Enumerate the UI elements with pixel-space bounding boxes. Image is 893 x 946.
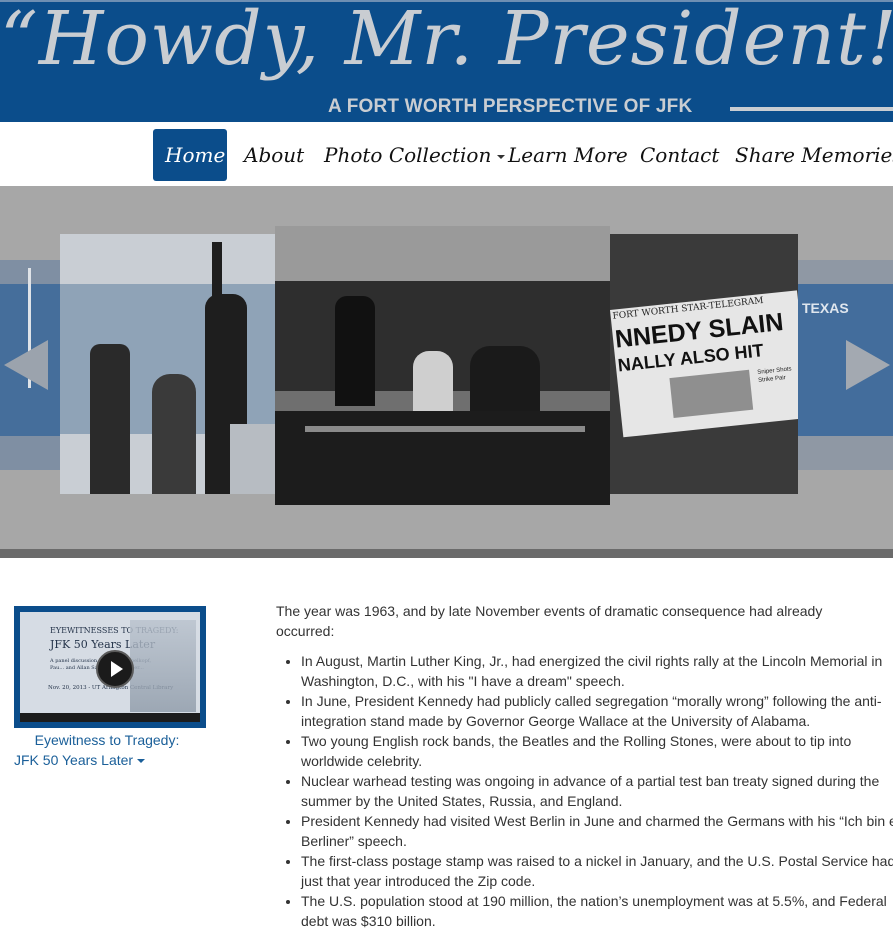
- nav-learn-more[interactable]: Learn More: [508, 129, 628, 181]
- building-sign: TEXAS: [802, 300, 849, 316]
- video-embed[interactable]: EYEWITNESSES TO TRAGEDY: JFK 50 Years La…: [14, 606, 206, 728]
- caret-down-icon: [497, 154, 506, 159]
- carousel-photo-plane-arrival[interactable]: [60, 234, 275, 494]
- intro-paragraph: The year was 1963, and by late November …: [276, 603, 823, 639]
- photo-figure-woman: [152, 374, 196, 494]
- list-item: Two young English rock bands, the Beatle…: [301, 731, 893, 771]
- arrow-right-icon[interactable]: [846, 340, 890, 390]
- list-item: The U.S. population stood at 190 million…: [301, 891, 893, 931]
- site-subtitle: A FORT WORTH PERSPECTIVE OF JFK: [328, 96, 693, 117]
- list-item: In August, Martin Luther King, Jr., had …: [301, 651, 893, 691]
- photo-car-chrome: [305, 426, 585, 432]
- nav-about[interactable]: About: [244, 129, 304, 181]
- photo-crowd-background: [275, 226, 610, 286]
- carousel-bottom-bar: [0, 549, 893, 558]
- video-caption: Eyewitness to Tragedy: JFK 50 Years Late…: [14, 730, 204, 770]
- play-icon[interactable]: [96, 650, 134, 688]
- site-title: “Howdy, Mr. President!”: [0, 0, 893, 82]
- video-caption-title: Eyewitness to Tragedy:: [34, 732, 180, 748]
- photo-agent: [335, 296, 375, 406]
- list-item: President Kennedy had visited West Berli…: [301, 811, 893, 851]
- subtitle-rule: [730, 107, 893, 111]
- video-thumbnail: EYEWITNESSES TO TRAGEDY: JFK 50 Years La…: [20, 612, 200, 722]
- site-header-banner: “Howdy, Mr. President!” A FORT WORTH PER…: [0, 0, 893, 122]
- photo-waving-arm: [212, 242, 222, 302]
- arrow-left-icon[interactable]: [4, 340, 48, 390]
- video-controls-bar[interactable]: [20, 713, 200, 722]
- list-item: The first-class postage stamp was raised…: [301, 851, 893, 891]
- facts-list: In August, Martin Luther King, Jr., had …: [281, 651, 893, 931]
- photo-figure-man: [90, 344, 130, 494]
- photo-carousel: FORT WORTH STAR-TELEGRAM NNEDY SLAIN NAL…: [0, 186, 893, 558]
- nav-home[interactable]: Home: [153, 129, 227, 181]
- main-nav: Home About Photo Collection Learn More C…: [0, 122, 893, 186]
- carousel-photo-newspaper[interactable]: FORT WORTH STAR-TELEGRAM NNEDY SLAIN NAL…: [610, 234, 798, 494]
- newspaper-small-text: Sniper Shots Strike Pair: [757, 366, 792, 384]
- newspaper-photo: [669, 369, 754, 418]
- video-caption-link[interactable]: JFK 50 Years Later: [14, 750, 204, 770]
- video-portrait: [130, 620, 196, 712]
- list-item: Nuclear warhead testing was ongoing in a…: [301, 771, 893, 811]
- nav-photo-collection[interactable]: Photo Collection: [324, 129, 506, 181]
- nav-contact[interactable]: Contact: [640, 129, 719, 181]
- photo-newspaper-page: FORT WORTH STAR-TELEGRAM NNEDY SLAIN NAL…: [610, 290, 798, 438]
- video-caption-link-label: JFK 50 Years Later: [14, 752, 134, 768]
- nav-share-memories[interactable]: Share Memories: [735, 129, 893, 181]
- nav-photo-collection-label: Photo Collection: [324, 143, 492, 167]
- caret-down-icon: [137, 759, 146, 764]
- list-item: In June, President Kennedy had publicly …: [301, 691, 893, 731]
- photo-stairs: [230, 424, 275, 494]
- carousel-photo-motorcade[interactable]: [275, 226, 610, 505]
